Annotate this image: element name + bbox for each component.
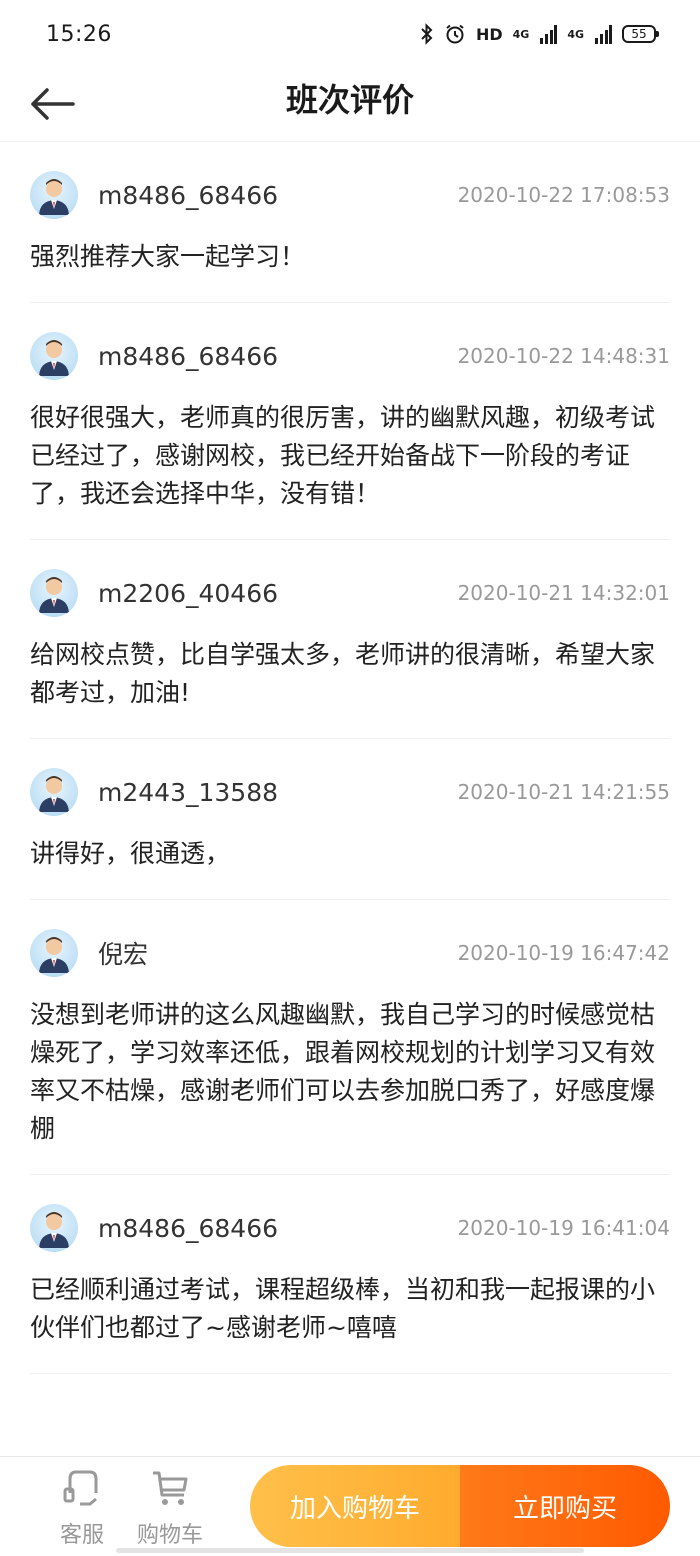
- signal-icon-2: [595, 25, 612, 44]
- user-avatar-icon: [39, 776, 69, 812]
- back-arrow-icon: [31, 88, 75, 120]
- review-content: 已经顺利通过考试，课程超级棒，当初和我一起报课的小伙伴们也都过了~感谢老师~嘻嘻: [30, 1275, 656, 1342]
- status-time: 15:26: [46, 21, 112, 47]
- avatar[interactable]: [30, 569, 78, 617]
- user-avatar-icon: [39, 340, 69, 376]
- username: m8486_68466: [98, 180, 279, 210]
- review-content: 讲得好，很通透，: [30, 839, 231, 868]
- purchase-button-group: 加入购物车 立即购买: [250, 1465, 670, 1547]
- username: m2443_13588: [98, 777, 279, 807]
- bluetooth-icon: [421, 23, 433, 45]
- username: m8486_68466: [98, 1213, 279, 1243]
- review-list[interactable]: m8486_68466 2020-10-22 17:08:53 强烈推荐大家一起…: [0, 142, 700, 1456]
- cart-icon: [153, 1471, 188, 1505]
- review-content: 没想到老师讲的这么风趣幽默，我自己学习的时候感觉枯燥死了，学习效率还低，跟着网校…: [30, 1000, 656, 1143]
- buy-now-button[interactable]: 立即购买: [460, 1465, 670, 1547]
- review-time: 2020-10-22 14:48:31: [457, 344, 670, 368]
- review-content: 强烈推荐大家一起学习！: [30, 242, 306, 271]
- status-bar: 15:26 HD 4G 4G 55: [0, 0, 700, 68]
- review-header: m8486_68466 2020-10-22 14:48:31: [30, 331, 670, 381]
- customer-service-label: 客服: [59, 1523, 104, 1548]
- review-item: m2443_13588 2020-10-21 14:21:55 讲得好，很通透，: [30, 739, 670, 900]
- page-title: 班次评价: [285, 81, 414, 119]
- review-item: m2206_40466 2020-10-21 14:32:01 给网校点赞，比自…: [30, 540, 670, 739]
- signal-icon: [540, 25, 558, 44]
- battery-icon: 55: [622, 25, 659, 43]
- add-to-cart-button[interactable]: 加入购物车: [250, 1465, 460, 1547]
- user-avatar-icon: [39, 1212, 69, 1248]
- avatar[interactable]: [30, 171, 78, 219]
- cart-label: 购物车: [136, 1523, 203, 1548]
- user-avatar-icon: [39, 937, 69, 973]
- review-time: 2020-10-21 14:21:55: [457, 780, 670, 804]
- user-avatar-icon: [39, 179, 69, 215]
- review-item: m8486_68466 2020-10-19 16:41:04 已经顺利通过考试…: [30, 1175, 670, 1374]
- username: 倪宏: [98, 940, 149, 969]
- avatar[interactable]: [30, 768, 78, 816]
- review-item: m8486_68466 2020-10-22 17:08:53 强烈推荐大家一起…: [30, 142, 670, 303]
- home-indicator[interactable]: [116, 1548, 584, 1553]
- review-time: 2020-10-21 14:32:01: [457, 581, 670, 605]
- review-content: 给网校点赞，比自学强太多，老师讲的很清晰，希望大家都考过，加油!: [30, 640, 656, 707]
- review-time: 2020-10-22 17:08:53: [457, 183, 670, 207]
- review-item: m8486_68466 2020-10-22 14:48:31 很好很强大，老师…: [30, 303, 670, 540]
- alarm-icon: [446, 24, 464, 44]
- username: m8486_68466: [98, 341, 279, 371]
- user-avatar-icon: [39, 577, 69, 613]
- review-header: m8486_68466 2020-10-22 17:08:53: [30, 170, 670, 220]
- review-header: m8486_68466 2020-10-19 16:41:04: [30, 1203, 670, 1253]
- avatar[interactable]: [30, 1204, 78, 1252]
- network-label-2: 4G: [567, 27, 584, 41]
- username: m2206_40466: [98, 578, 279, 608]
- review-header: 倪宏 2020-10-19 16:47:42: [30, 928, 670, 978]
- cart-button[interactable]: 购物车: [132, 1469, 208, 1549]
- network-label-1: 4G: [512, 27, 530, 41]
- review-time: 2020-10-19 16:41:04: [457, 1216, 670, 1240]
- review-item: 倪宏 2020-10-19 16:47:42 没想到老师讲的这么风趣幽默，我自己…: [30, 900, 670, 1175]
- customer-service-button[interactable]: 客服: [56, 1469, 108, 1549]
- hd-label: HD: [475, 24, 503, 44]
- avatar[interactable]: [30, 929, 78, 977]
- review-content: 很好很强大，老师真的很厉害，讲的幽默风趣，初级考试已经过了，感谢网校，我已经开始…: [30, 403, 656, 508]
- status-icons: HD 4G 4G 55: [420, 23, 659, 45]
- app-root: 15:26 HD 4G 4G 55 班次评价 m8486_68466 2020-…: [0, 0, 700, 1556]
- avatar[interactable]: [30, 332, 78, 380]
- review-header: m2206_40466 2020-10-21 14:32:01: [30, 568, 670, 618]
- review-header: m2443_13588 2020-10-21 14:21:55: [30, 767, 670, 817]
- back-button[interactable]: [26, 78, 78, 130]
- bottom-action-bar: 客服 购物车 加入购物车 立即购买: [0, 1456, 700, 1556]
- review-time: 2020-10-19 16:47:42: [457, 941, 670, 965]
- headset-icon: [63, 1470, 98, 1506]
- header: 班次评价: [0, 68, 700, 142]
